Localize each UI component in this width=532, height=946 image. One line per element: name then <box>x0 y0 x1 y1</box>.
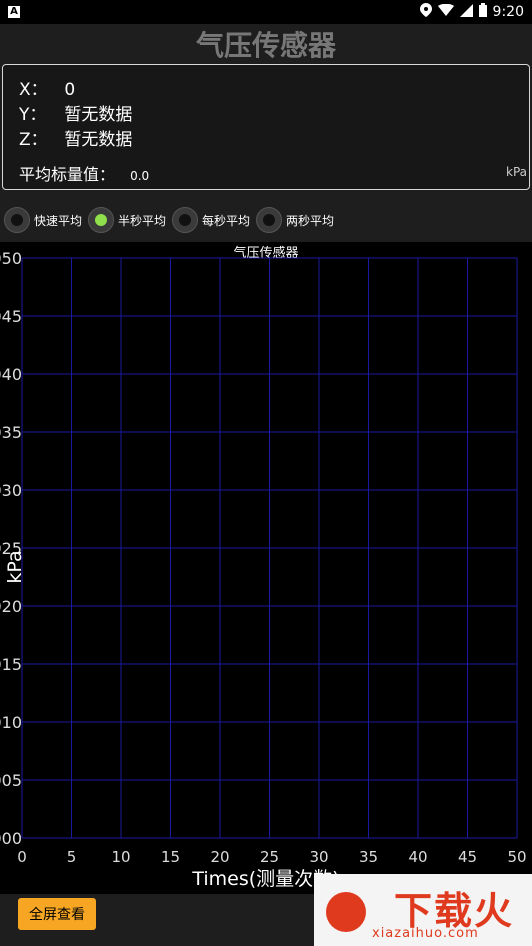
y-tick-label: 000 <box>0 829 22 848</box>
radio-button-icon[interactable] <box>88 207 115 233</box>
x-row: X： 0 <box>19 75 75 100</box>
status-time: 9:20 <box>492 4 524 20</box>
x-tick-label: 20 <box>210 848 229 866</box>
pressure-chart: 气压传感器 0 5 10 15 20 25 30 35 40 45 50 000 005 010 015 020… <box>0 242 532 894</box>
y-tick-label: 035 <box>0 423 22 442</box>
x-tick-label: 35 <box>359 848 378 866</box>
wifi-icon <box>437 3 454 20</box>
y-tick-label: 015 <box>0 655 22 674</box>
x-tick-label: 5 <box>67 848 77 866</box>
x-tick-label: 40 <box>408 848 427 866</box>
unit-label: kPa <box>506 165 527 179</box>
radio-button-icon[interactable] <box>172 207 199 233</box>
notification-icon: A <box>8 6 20 18</box>
x-tick-label: 25 <box>260 848 279 866</box>
radio-label: 半秒平均 <box>118 213 167 228</box>
x-tick-label: 0 <box>17 848 27 866</box>
chart-svg: 气压传感器 0 5 10 15 20 25 30 35 40 45 50 000 005 010 015 020… <box>0 245 527 890</box>
y-row: Y： 暂无数据 <box>19 100 132 125</box>
y-tick-label: 040 <box>0 365 22 384</box>
radio-label: 快速平均 <box>34 213 83 228</box>
chart-title: 气压传感器 <box>233 245 298 261</box>
radio-button-icon[interactable] <box>4 207 30 233</box>
radio-half-second-average[interactable]: 半秒平均 <box>88 207 166 233</box>
x-tick-label: 15 <box>161 848 180 866</box>
radio-two-second-average[interactable]: 两秒平均 <box>256 207 334 233</box>
y-tick-label: 030 <box>0 481 22 500</box>
battery-icon <box>478 3 487 21</box>
y-tick-label: 045 <box>0 307 22 326</box>
z-value: 暂无数据 <box>64 130 133 150</box>
radio-button-icon[interactable] <box>256 207 283 233</box>
radio-label: 每秒平均 <box>202 213 251 228</box>
watermark-url: xiazaihuo.com <box>372 926 479 941</box>
average-label: 平均标量值： <box>19 165 116 184</box>
watermark: 下载火 xiazaihuo.com <box>314 874 532 946</box>
y-tick-label: 050 <box>0 249 22 268</box>
y-tick-label: 005 <box>0 771 22 790</box>
average-value: 0.0 <box>130 169 150 183</box>
location-icon <box>419 3 432 21</box>
y-axis-label: kPa <box>4 550 26 583</box>
page-title: 气压传感器 <box>195 29 336 62</box>
signal-icon <box>459 3 473 21</box>
fullscreen-button[interactable]: 全屏查看 <box>18 898 96 930</box>
status-bar: A 9:20 <box>0 0 532 24</box>
average-row: 平均标量值： 0.0 <box>19 161 149 185</box>
watermark-logo-icon <box>326 892 366 932</box>
radio-fast-average[interactable]: 快速平均 <box>4 207 82 233</box>
reading-panel: X： 0 Y： 暂无数据 Z： 暂无数据 平均标量值： 0.0 kPa <box>2 64 530 190</box>
radio-label: 两秒平均 <box>286 213 335 228</box>
x-tick-label: 50 <box>507 848 526 866</box>
x-label: X： <box>19 80 48 100</box>
y-label: Y： <box>19 105 47 125</box>
radio-per-second-average[interactable]: 每秒平均 <box>172 207 250 233</box>
y-value: 暂无数据 <box>64 105 133 125</box>
z-label: Z： <box>19 130 48 150</box>
x-value: 0 <box>64 80 76 100</box>
z-row: Z： 暂无数据 <box>19 125 132 150</box>
x-tick-label: 10 <box>111 848 130 866</box>
averaging-mode-group: 快速平均 半秒平均 每秒平均 两秒平均 <box>0 205 532 235</box>
y-tick-label: 010 <box>0 713 22 732</box>
x-tick-label: 30 <box>309 848 328 866</box>
x-tick-label: 45 <box>458 848 477 866</box>
y-tick-label: 020 <box>0 597 22 616</box>
